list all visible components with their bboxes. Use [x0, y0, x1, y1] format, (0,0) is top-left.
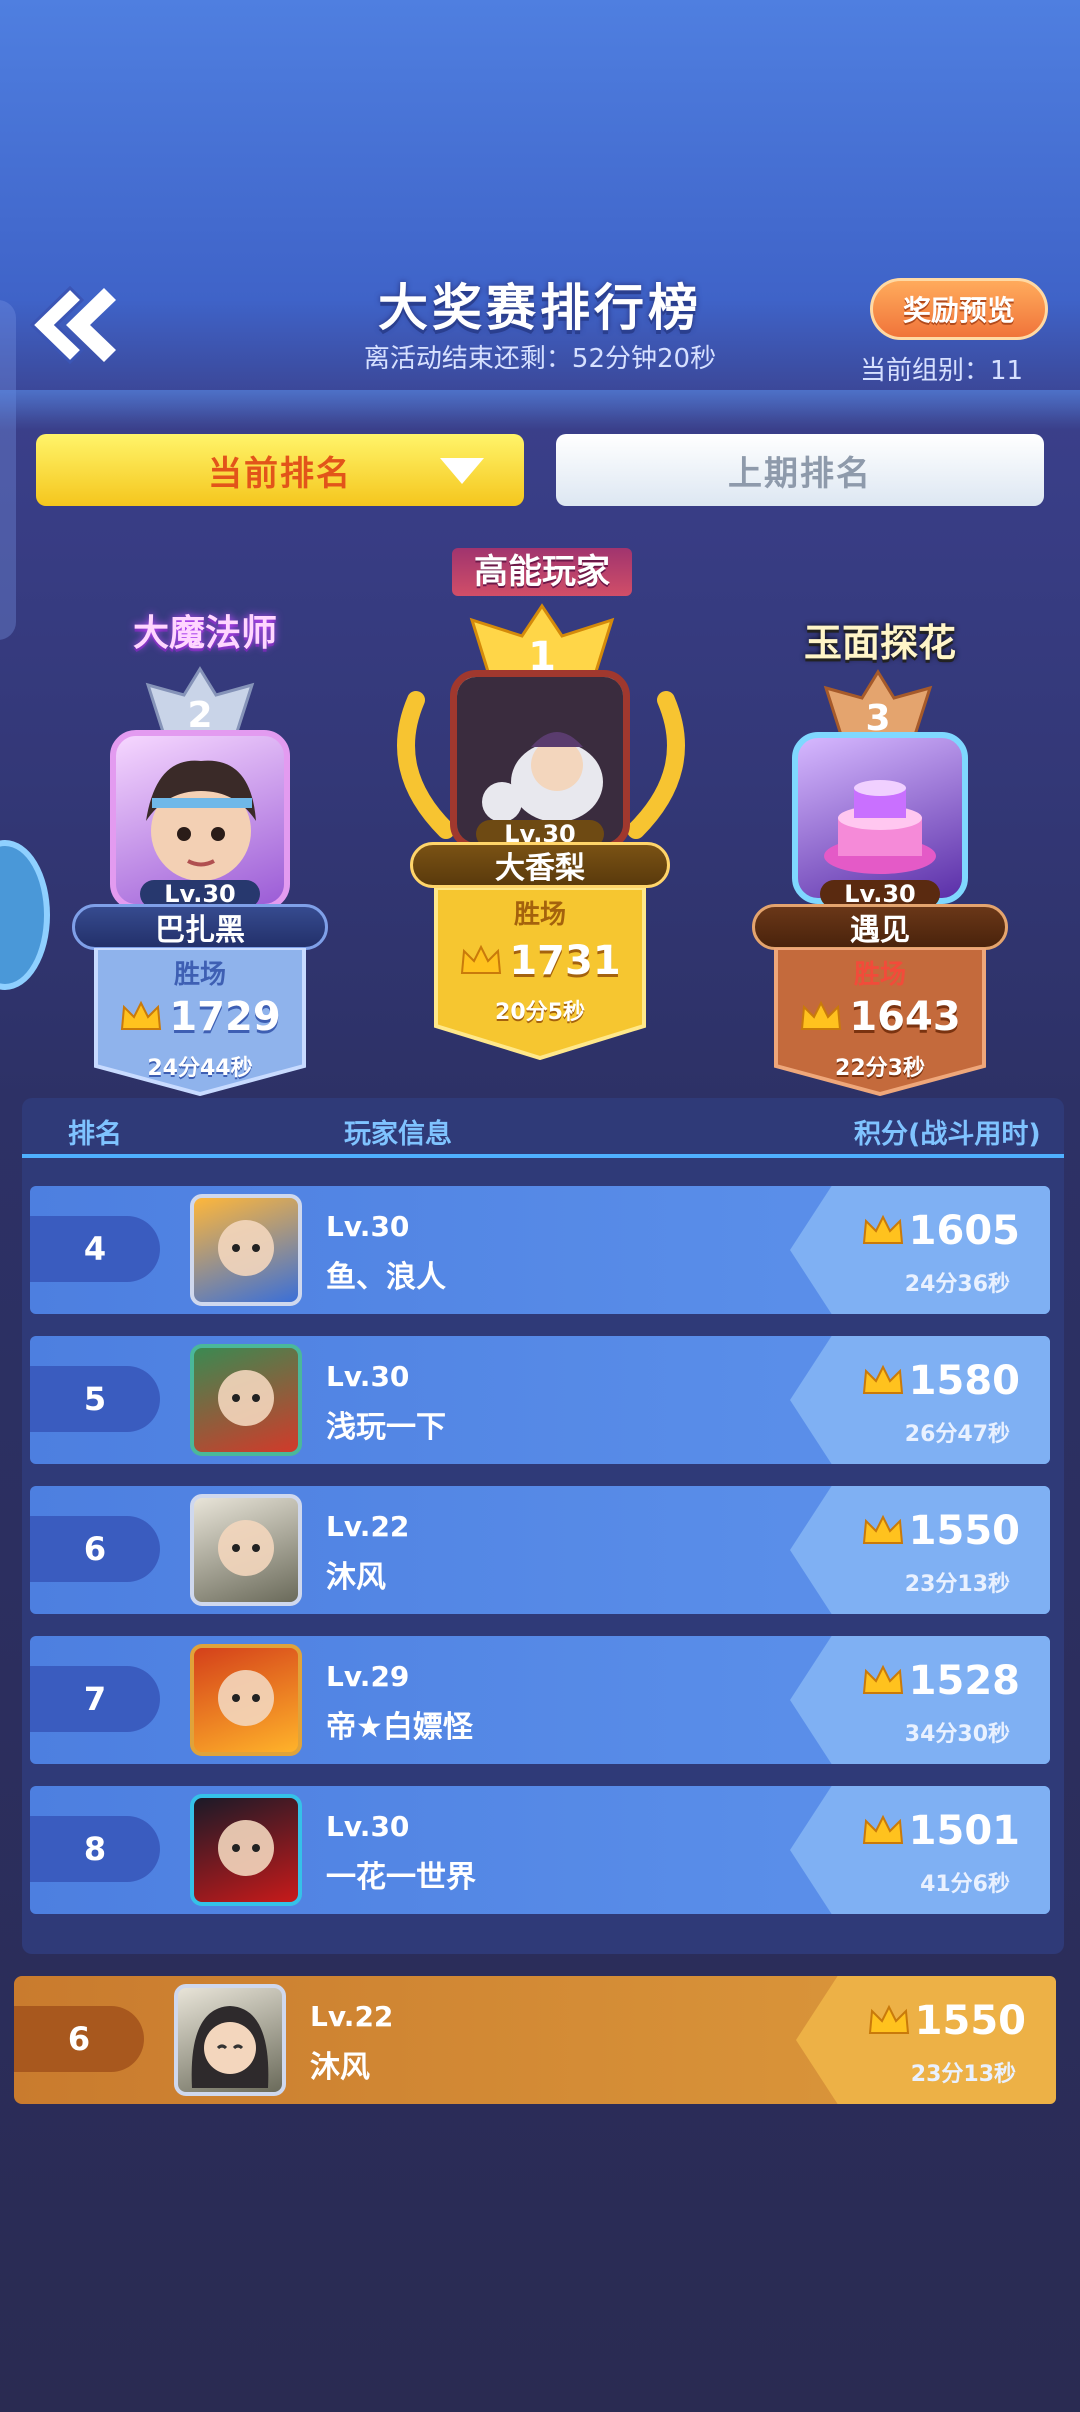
score-group: 1580 [861, 1358, 1020, 1404]
score-third: 1643 [849, 994, 961, 1040]
rank-number: 6 [30, 1516, 160, 1582]
player-name: 沐风 [326, 1560, 386, 1595]
player-score: 1550 [908, 1508, 1020, 1554]
player-time: 41分6秒 [920, 1872, 1010, 1897]
score-shield-third: 胜场 1643 22分3秒 [772, 948, 988, 1096]
crown-icon [121, 1000, 162, 1030]
time-third: 22分3秒 [835, 1056, 925, 1081]
rank-number: 4 [30, 1216, 160, 1282]
player-score: 1605 [908, 1208, 1020, 1254]
player-time: 23分13秒 [904, 1572, 1010, 1597]
player-score: 1528 [908, 1658, 1020, 1704]
tab-last-ranking[interactable]: 上期排名 [556, 434, 1044, 506]
crown-icon [862, 1814, 903, 1844]
rank-number: 8 [30, 1816, 160, 1882]
player-level: Lv.29 [326, 1660, 410, 1693]
crown-icon [801, 1000, 842, 1030]
player-name: 一花一世界 [326, 1860, 476, 1895]
floating-assistant-icon[interactable] [0, 840, 50, 990]
player-time: 24分36秒 [904, 1272, 1010, 1297]
crown-icon [868, 2004, 909, 2034]
player-time: 34分30秒 [904, 1722, 1010, 1747]
crown-icon [862, 1514, 903, 1544]
player-level: Lv.30 [326, 1810, 410, 1843]
player-avatar [190, 1494, 302, 1606]
name-second: 巴扎黑 [72, 904, 328, 950]
tab-current-label: 当前排名 [208, 453, 352, 494]
score-shield-second: 胜场 1729 24分44秒 [92, 948, 308, 1096]
title-badge-first: 高能玩家 [452, 548, 632, 596]
header-divider-line [22, 1154, 1064, 1158]
my-rank-number: 6 [14, 2006, 144, 2072]
table-row[interactable]: 7 Lv.29 帝★白嫖怪 1528 34分30秒 [30, 1636, 1050, 1764]
my-avatar [174, 1984, 286, 2096]
group-label: 当前组别：11 [860, 356, 1024, 386]
my-name: 沐风 [310, 2050, 370, 2085]
time-first: 20分5秒 [495, 1000, 585, 1025]
player-name: 鱼、浪人 [326, 1260, 446, 1295]
player-avatar [190, 1344, 302, 1456]
label-third: 胜场 [853, 960, 906, 990]
player-level: Lv.30 [326, 1210, 410, 1243]
player-name: 帝★白嫖怪 [326, 1710, 473, 1745]
score-first: 1731 [509, 938, 621, 984]
table-row[interactable]: 4 Lv.30 鱼、浪人 1605 24分36秒 [30, 1186, 1050, 1314]
player-level: Lv.30 [326, 1360, 410, 1393]
tab-current-ranking[interactable]: 当前排名 [36, 434, 524, 506]
rank-number: 5 [30, 1366, 160, 1432]
avatar-third [792, 732, 968, 904]
header-divider [0, 390, 1080, 430]
score-shield-first: 胜场 1731 20分5秒 [432, 888, 648, 1060]
score-second: 1729 [169, 994, 281, 1040]
score-group: 1501 [861, 1808, 1020, 1854]
score-group: 1550 [861, 1508, 1020, 1554]
table-row[interactable]: 6 Lv.22 沐风 1550 23分13秒 [30, 1486, 1050, 1614]
header-rank: 排名 [68, 1119, 122, 1150]
title-badge-third: 玉面探花 [803, 621, 956, 665]
score-group: 1528 [861, 1658, 1020, 1704]
table-row[interactable]: 5 Lv.30 浅玩一下 1580 26分47秒 [30, 1336, 1050, 1464]
crown-icon [862, 1664, 903, 1694]
header-score: 积分(战斗用时) [854, 1119, 1041, 1150]
header-player: 玩家信息 [344, 1119, 452, 1150]
player-name: 浅玩一下 [326, 1410, 446, 1445]
my-rank-row[interactable]: 6 Lv.22 沐风 1550 23分13秒 [14, 1976, 1056, 2104]
my-time: 23分13秒 [910, 2062, 1016, 2087]
title-badge-second: 大魔法师 [132, 613, 277, 654]
player-avatar [190, 1194, 302, 1306]
my-level: Lv.22 [310, 2000, 394, 2033]
name-third: 遇见 [752, 904, 1008, 950]
time-second: 24分44秒 [147, 1056, 253, 1081]
player-time: 26分47秒 [904, 1422, 1010, 1447]
player-score: 1580 [908, 1358, 1020, 1404]
my-score: 1550 [914, 1998, 1026, 2044]
tab-last-label: 上期排名 [728, 453, 872, 494]
player-avatar [190, 1794, 302, 1906]
player-level: Lv.22 [326, 1510, 410, 1543]
crown-icon [862, 1364, 903, 1394]
dropdown-arrow-icon [440, 458, 484, 484]
my-score-group: 1550 [867, 1998, 1026, 2044]
rank-number: 7 [30, 1666, 160, 1732]
crown-icon [461, 944, 502, 974]
label-second: 胜场 [173, 960, 226, 990]
score-group: 1605 [861, 1208, 1020, 1254]
label-first: 胜场 [513, 900, 566, 930]
table-row[interactable]: 8 Lv.30 一花一世界 1501 41分6秒 [30, 1786, 1050, 1914]
crown-icon [862, 1214, 903, 1244]
reward-preview-button[interactable]: 奖励预览 [870, 278, 1048, 340]
player-avatar [190, 1644, 302, 1756]
name-first: 大香梨 [410, 842, 670, 888]
player-score: 1501 [908, 1808, 1020, 1854]
